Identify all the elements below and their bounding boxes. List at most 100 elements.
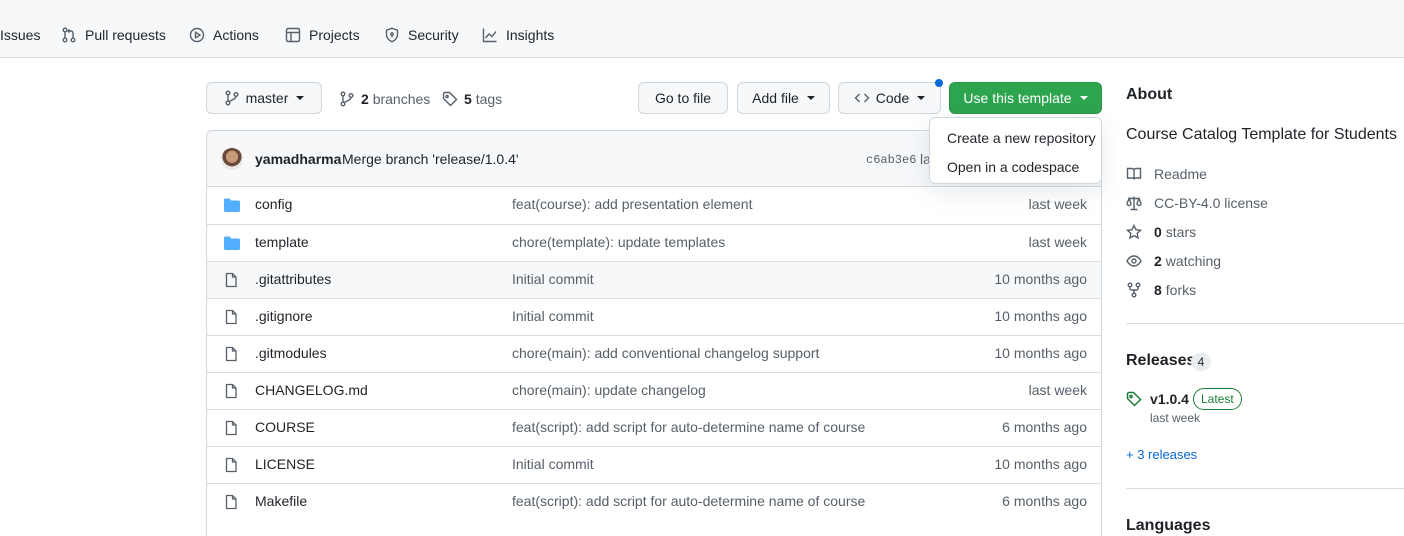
pull-request-icon (62, 27, 76, 43)
forks-label: forks (1165, 282, 1197, 298)
file-table: yamadharma Merge branch 'release/1.0.4' … (206, 130, 1102, 536)
commit-message-link[interactable]: feat(script): add script for auto-determ… (512, 493, 865, 509)
table-icon (285, 27, 301, 43)
tab-insights[interactable]: Insights (482, 24, 554, 46)
commit-time: 10 months ago (994, 456, 1087, 472)
file-name-link[interactable]: .gitattributes (255, 271, 331, 287)
commit-time: 10 months ago (994, 308, 1087, 324)
readme-link[interactable]: Readme (1126, 164, 1207, 184)
commit-message-link[interactable]: Initial commit (512, 308, 594, 324)
commit-time: last week (1028, 196, 1087, 212)
code-icon (854, 93, 870, 103)
file-icon (223, 383, 241, 399)
tab-projects[interactable]: Projects (285, 24, 360, 46)
file-icon (223, 346, 241, 362)
branches-link[interactable]: 2 branches (339, 89, 430, 109)
table-row[interactable]: template chore(template): update template… (207, 224, 1101, 261)
table-row[interactable]: CHANGELOG.md chore(main): update changelo… (207, 372, 1101, 409)
menu-item-create-repository[interactable]: Create a new repository (947, 130, 1096, 146)
tab-issues[interactable]: Issues (0, 24, 40, 46)
file-name-link[interactable]: template (255, 234, 309, 250)
file-icon (223, 309, 241, 325)
stars-label: stars (1165, 224, 1197, 240)
add-file-button[interactable]: Add file (737, 82, 830, 114)
notification-dot (935, 79, 943, 87)
file-name-link[interactable]: CHANGELOG.md (255, 382, 368, 398)
commit-message-link[interactable]: Initial commit (512, 456, 594, 472)
latest-badge: Latest (1193, 388, 1242, 410)
table-row[interactable]: .gitmodules chore(main): add conventional… (207, 335, 1101, 372)
table-row[interactable]: COURSE feat(script): add script for auto-… (207, 409, 1101, 446)
code-button[interactable]: Code (838, 82, 941, 114)
use-template-button[interactable]: Use this template (949, 82, 1102, 114)
play-icon (189, 27, 205, 43)
nav-label-issues: Issues (0, 27, 41, 43)
branch-select-button[interactable]: master (206, 82, 322, 114)
table-row[interactable]: Makefile feat(script): add script for aut… (207, 483, 1101, 520)
tab-pull-requests[interactable]: Pull requests (61, 24, 166, 46)
go-to-file-label: Go to file (654, 90, 712, 106)
use-template-label: Use this template (963, 90, 1072, 106)
watching-count: 2 (1154, 253, 1162, 269)
file-name-link[interactable]: config (255, 196, 292, 212)
commit-message-link[interactable]: feat(course): add presentation element (512, 196, 752, 212)
latest-release-date: last week (1150, 411, 1201, 425)
go-to-file-button[interactable]: Go to file (638, 82, 728, 114)
commit-message-link[interactable]: Initial commit (512, 271, 594, 287)
chevron-down-icon (296, 96, 305, 100)
table-row[interactable]: .gitattributes Initial commit 10 months ag… (207, 261, 1101, 298)
branch-icon (225, 90, 239, 106)
stars-link[interactable]: 0 stars (1126, 222, 1196, 242)
more-releases-link[interactable]: + 3 releases (1126, 447, 1197, 462)
commit-message-link[interactable]: feat(script): add script for auto-determ… (512, 419, 865, 435)
code-label: Code (875, 90, 910, 106)
book-icon (1126, 167, 1142, 180)
table-row[interactable]: .gitignore Initial commit 10 months ago (207, 298, 1101, 335)
branch-name: master (245, 90, 289, 106)
table-row[interactable]: LICENSE Initial commit 10 months ago (207, 446, 1101, 483)
languages-title: Languages (1126, 517, 1211, 534)
commit-message[interactable]: Merge branch 'release/1.0.4' (342, 151, 519, 167)
fork-icon (1127, 282, 1141, 298)
license-link[interactable]: CC-BY-4.0 license (1126, 193, 1268, 213)
table-row[interactable]: config feat(course): add presentation ele… (207, 187, 1101, 224)
file-icon (223, 494, 241, 510)
about-title: About (1126, 86, 1173, 103)
tags-link[interactable]: 5 tags (442, 89, 502, 109)
commit-message-link[interactable]: chore(main): add conventional changelog … (512, 345, 819, 361)
commit-time: last week (1028, 234, 1087, 250)
commit-time: 6 months ago (1002, 419, 1087, 435)
about-description: Course Catalog Template for Students (1126, 126, 1397, 143)
avatar[interactable] (221, 148, 243, 170)
tab-actions[interactable]: Actions (189, 24, 259, 46)
releases-title[interactable]: Releases (1126, 352, 1195, 370)
forks-link[interactable]: 8 forks (1126, 280, 1196, 300)
file-name-link[interactable]: Makefile (255, 493, 307, 509)
shield-icon (385, 27, 399, 43)
file-name-link[interactable]: LICENSE (255, 456, 315, 472)
menu-item-open-codespace[interactable]: Open in a codespace (947, 159, 1079, 175)
commit-author[interactable]: yamadharma (255, 151, 341, 167)
chevron-down-icon (1079, 96, 1088, 100)
commit-message-link[interactable]: chore(main): update changelog (512, 382, 706, 398)
file-name-link[interactable]: .gitignore (255, 308, 313, 324)
readme-label: Readme (1154, 166, 1207, 182)
folder-icon (223, 235, 241, 251)
file-name-link[interactable]: COURSE (255, 419, 315, 435)
sidebar-divider (1126, 488, 1404, 489)
file-name-link[interactable]: .gitmodules (255, 345, 327, 361)
nav-label-security: Security (408, 27, 459, 43)
branches-label: branches (372, 91, 431, 107)
forks-count: 8 (1154, 282, 1162, 298)
latest-release-name[interactable]: v1.0.4 (1150, 391, 1189, 407)
nav-label-actions: Actions (213, 27, 259, 43)
commit-sha[interactable]: c6ab3e6 (866, 153, 916, 167)
tab-security[interactable]: Security (384, 24, 459, 46)
watching-link[interactable]: 2 watching (1126, 251, 1221, 271)
law-icon (1126, 196, 1142, 211)
branch-icon (340, 91, 354, 107)
commit-message-link[interactable]: chore(template): update templates (512, 234, 725, 250)
tag-icon (442, 91, 458, 107)
sidebar-divider (1126, 323, 1404, 324)
folder-icon (223, 197, 241, 213)
